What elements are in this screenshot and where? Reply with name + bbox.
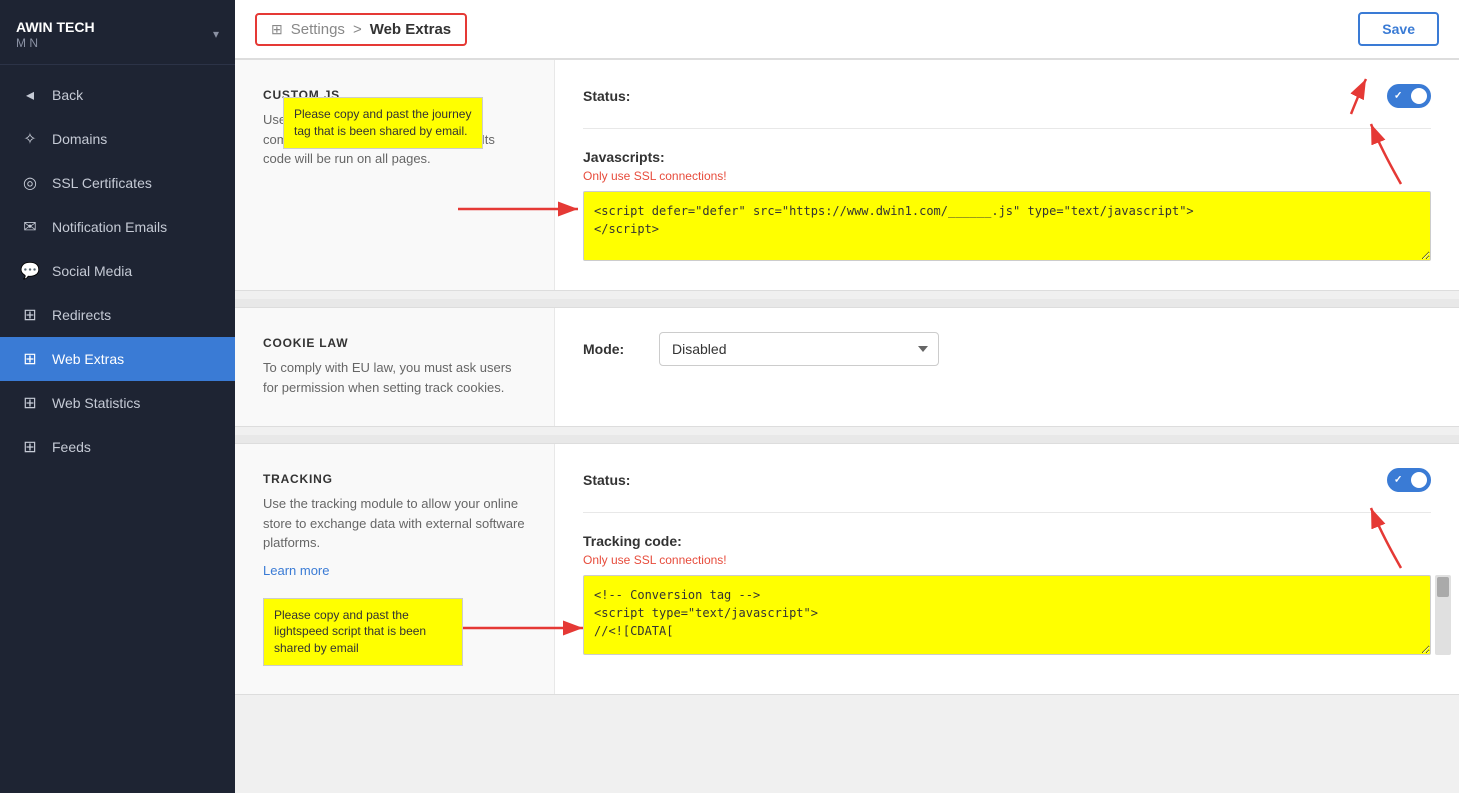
tracking-code-sublabel: Only use SSL connections! [583, 553, 1431, 567]
tracking-left: TRACKING Use the tracking module to allo… [235, 444, 555, 694]
tracking-code-textarea[interactable]: <!-- Conversion tag --> <script type="te… [583, 575, 1431, 655]
custom-js-field-label: Javascripts: [583, 149, 1431, 165]
custom-js-tooltip: Please copy and past the journey tag tha… [283, 97, 483, 149]
notification-emails-icon: ✉ [20, 217, 40, 237]
tracking-title: TRACKING [263, 472, 526, 486]
cookie-law-desc: To comply with EU law, you must ask user… [263, 358, 526, 397]
tracking-learn-more[interactable]: Learn more [263, 563, 329, 578]
content: CUSTOM JS Use the JavaScript tracking mo… [235, 59, 1459, 793]
sidebar-item-label-notification-emails: Notification Emails [52, 219, 167, 235]
breadcrumb-settings: Settings [291, 21, 345, 38]
divider-2 [235, 435, 1459, 443]
sidebar: AWIN TECH M N ▾ ◂ Back ✧ Domains ◎ SSL C… [0, 0, 235, 793]
tracking-status-row: Status: ✓ [583, 468, 1431, 492]
cookie-law-left: COOKIE LAW To comply with EU law, you mu… [235, 308, 555, 426]
sidebar-item-label-ssl: SSL Certificates [52, 175, 152, 191]
cookie-law-mode-row: Mode: Disabled Basic Advanced [583, 332, 1431, 366]
sidebar-item-label-back: Back [52, 87, 83, 103]
sidebar-item-label-web-extras: Web Extras [52, 351, 124, 367]
sidebar-nav: ◂ Back ✧ Domains ◎ SSL Certificates ✉ No… [0, 65, 235, 477]
custom-js-status-row: Status: [583, 84, 1431, 108]
cookie-law-mode-label: Mode: [583, 341, 643, 357]
header: ⊞ Settings > Web Extras Save [235, 0, 1459, 59]
tracking-right: Status: ✓ [555, 444, 1459, 694]
sidebar-item-back[interactable]: ◂ Back [0, 73, 235, 117]
tracking-tooltip: Please copy and past the lightspeed scri… [263, 598, 463, 666]
custom-js-code-textarea[interactable]: <script defer="defer" src="https://www.d… [583, 191, 1431, 261]
scrollbar-thumb[interactable] [1437, 577, 1449, 597]
domains-icon: ✧ [20, 129, 40, 149]
custom-js-toggle[interactable]: ✓ [1387, 84, 1431, 108]
cookie-law-mode-select[interactable]: Disabled Basic Advanced [659, 332, 939, 366]
redirects-icon: ⊞ [20, 305, 40, 325]
scrollbar-track[interactable] [1435, 575, 1451, 655]
sidebar-item-domains[interactable]: ✧ Domains [0, 117, 235, 161]
sidebar-item-label-web-statistics: Web Statistics [52, 395, 140, 411]
sidebar-item-label-social-media: Social Media [52, 263, 132, 279]
brand-sub: M N [16, 36, 95, 50]
tracking-section: TRACKING Use the tracking module to allo… [235, 443, 1459, 695]
sidebar-brand[interactable]: AWIN TECH M N ▾ [0, 0, 235, 65]
breadcrumb-icon: ⊞ [271, 21, 283, 38]
custom-js-right: Status: [555, 60, 1459, 290]
cookie-law-section: COOKIE LAW To comply with EU law, you mu… [235, 307, 1459, 427]
custom-js-left: CUSTOM JS Use the JavaScript tracking mo… [235, 60, 555, 290]
sidebar-item-redirects[interactable]: ⊞ Redirects [0, 293, 235, 337]
sidebar-item-notification-emails[interactable]: ✉ Notification Emails [0, 205, 235, 249]
main: ⊞ Settings > Web Extras Save CUSTOM JS U… [235, 0, 1459, 793]
custom-js-field-sublabel: Only use SSL connections! [583, 169, 1431, 183]
tracking-code-label: Tracking code: [583, 533, 1431, 549]
cookie-law-title: COOKIE LAW [263, 336, 526, 350]
tracking-status-label: Status: [583, 472, 630, 488]
web-extras-icon: ⊞ [20, 349, 40, 369]
save-button[interactable]: Save [1358, 12, 1439, 46]
sidebar-item-label-domains: Domains [52, 131, 107, 147]
tracking-desc: Use the tracking module to allow your on… [263, 494, 526, 553]
sidebar-item-social-media[interactable]: 💬 Social Media [0, 249, 235, 293]
ssl-icon: ◎ [20, 173, 40, 193]
divider-1 [235, 299, 1459, 307]
feeds-icon: ⊞ [20, 437, 40, 457]
brand-name: AWIN TECH [16, 18, 95, 36]
social-media-icon: 💬 [20, 261, 40, 281]
breadcrumb-separator: > [353, 21, 362, 38]
sidebar-item-web-statistics[interactable]: ⊞ Web Statistics [0, 381, 235, 425]
sidebar-item-label-redirects: Redirects [52, 307, 111, 323]
custom-js-toggle-arrow [1271, 69, 1371, 119]
sidebar-item-web-extras[interactable]: ⊞ Web Extras [0, 337, 235, 381]
brand-chevron: ▾ [213, 27, 219, 41]
back-icon: ◂ [20, 85, 40, 105]
cookie-law-right: Mode: Disabled Basic Advanced [555, 308, 1459, 426]
tracking-toggle[interactable]: ✓ [1387, 468, 1431, 492]
breadcrumb: ⊞ Settings > Web Extras [255, 13, 467, 46]
sidebar-item-label-feeds: Feeds [52, 439, 91, 455]
custom-js-section: CUSTOM JS Use the JavaScript tracking mo… [235, 59, 1459, 291]
web-statistics-icon: ⊞ [20, 393, 40, 413]
breadcrumb-current: Web Extras [370, 21, 451, 38]
custom-js-status-label: Status: [583, 88, 630, 104]
sidebar-item-feeds[interactable]: ⊞ Feeds [0, 425, 235, 469]
sidebar-item-ssl[interactable]: ◎ SSL Certificates [0, 161, 235, 205]
